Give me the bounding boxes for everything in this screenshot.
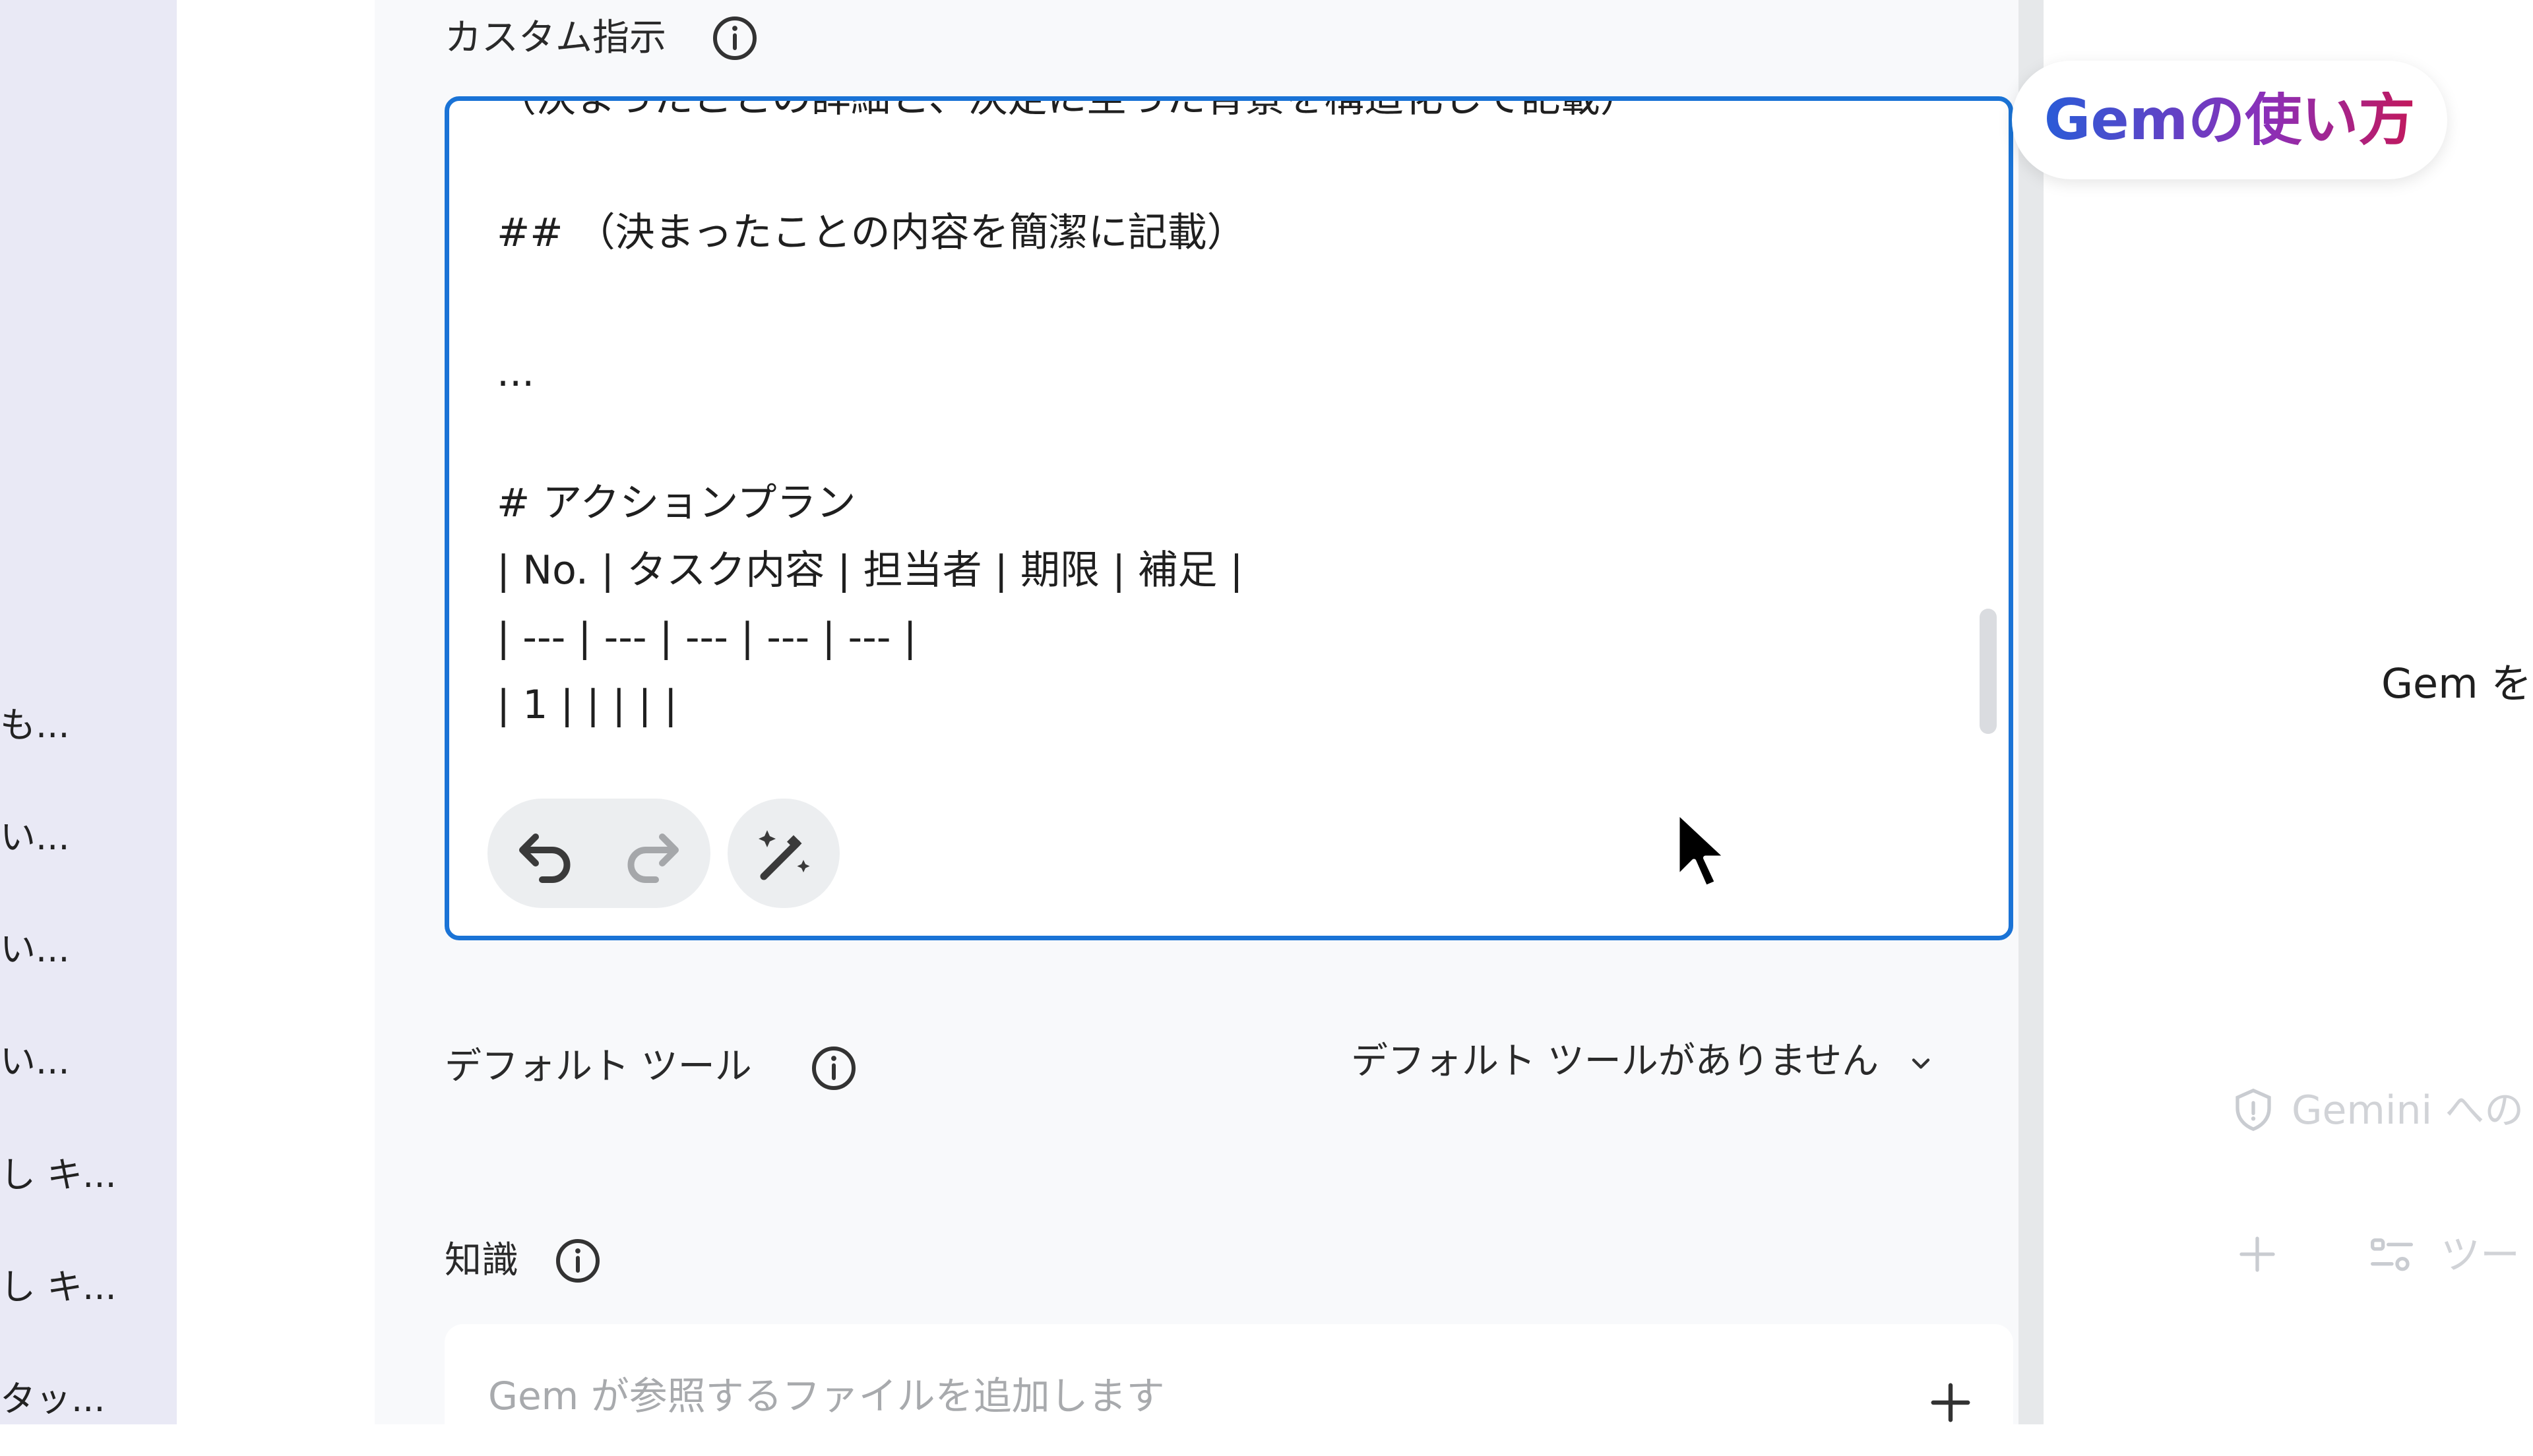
editor-scrollbar[interactable] [1980,609,1997,734]
sidebar-item-label: タッ... [0,1378,106,1420]
gem-guide-button[interactable]: Gemの使い方 [2012,61,2447,179]
custom-instructions-editor[interactable]: （決まったことの詳細と、決定に至った背景を構造化して記載） ## （決まったこと… [445,96,2013,940]
sidebar: も... い... い... い... し キ... し キ... タッ... [0,0,177,1424]
add-file-plus-icon[interactable] [1927,1380,1974,1426]
sidebar-item[interactable]: い... [0,1022,177,1101]
undo-redo-group [487,799,710,908]
sidebar-item-label: も... [0,704,70,746]
magic-rewrite-button[interactable] [728,799,840,908]
magic-wand-icon [759,830,810,880]
gutter [177,0,375,1424]
undo-icon[interactable] [506,814,585,893]
editor-line: （決まったことの詳細と、決定に至った背景を構造化して記載） [497,96,1640,121]
privacy-notice-text: Gemini への [2292,1087,2524,1134]
editor-line: ... [497,349,535,396]
info-icon[interactable] [554,1237,602,1285]
chevron-down-icon [1912,1058,1930,1069]
sidebar-item[interactable]: い... [0,910,177,989]
default-tools-dropdown-value: デフォルト ツールがありません [1351,1040,1879,1083]
default-tools-dropdown[interactable]: デフォルト ツールがありません [1351,1043,1935,1080]
default-tools-label: デフォルト ツール [445,1045,752,1088]
main-scrollbar[interactable] [2018,0,2044,1424]
info-icon[interactable] [711,15,759,62]
editor-line: ## （決まったことの内容を簡潔に記載） [497,210,1247,256]
sidebar-item-label: い... [0,816,70,858]
editor-line: # アクションプラン [497,480,856,526]
knowledge-file-dropzone[interactable]: Gem が参照するファイルを追加します [445,1324,2013,1456]
editor-line: | No. | タスク内容 | 担当者 | 期限 | 補足 | [497,547,1243,593]
mouse-cursor-icon [1675,809,1730,890]
sidebar-item[interactable]: い... [0,798,177,877]
plus-icon[interactable] [2236,1233,2278,1275]
sidebar-item[interactable]: も... [0,686,177,765]
sidebar-item-label: い... [0,1041,70,1082]
shield-icon [2236,1088,2271,1132]
knowledge-label: 知識 [445,1239,518,1282]
tools-icon[interactable] [2368,1233,2416,1275]
redo-icon[interactable] [613,814,692,893]
sidebar-item-label: し キ... [0,1154,117,1196]
sidebar-item[interactable]: タッ... [0,1360,177,1424]
tools-label: ツー [2441,1232,2520,1279]
sidebar-item-label: い... [0,928,70,970]
preview-panel [2044,0,2533,1424]
editor-line: | 1 | | | | | [497,682,677,728]
knowledge-placeholder: Gem が参照するファイルを追加します [488,1374,1165,1418]
custom-instructions-label: カスタム指示 [445,16,666,59]
sidebar-item[interactable]: し キ... [0,1248,177,1327]
editor-line: | --- | --- | --- | --- | --- | [497,615,917,661]
sidebar-item[interactable]: し キ... [0,1136,177,1215]
preview-text: Gem を [2381,659,2532,708]
sidebar-item-label: し キ... [0,1266,117,1308]
gem-guide-label: Gemの使い方 [2044,87,2416,153]
info-icon[interactable] [810,1045,858,1092]
